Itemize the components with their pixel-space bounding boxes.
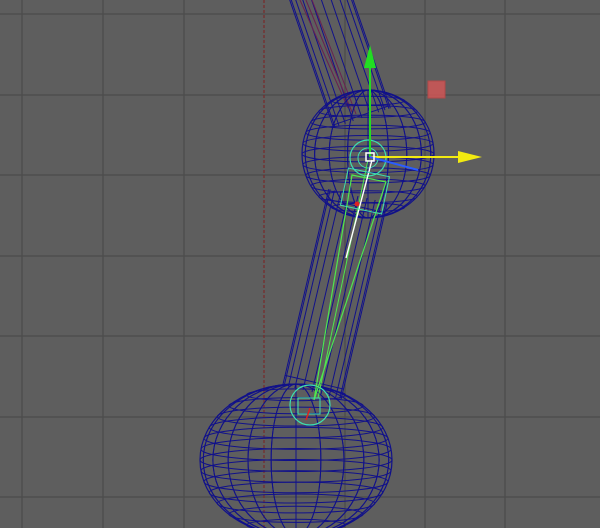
cylinder-edge bbox=[320, 198, 368, 395]
cylinder-edge bbox=[294, 191, 342, 389]
3d-viewport[interactable] bbox=[0, 0, 600, 528]
viewport-scene[interactable] bbox=[0, 0, 600, 528]
locator-square-icon[interactable] bbox=[427, 80, 446, 99]
manipulator-x-arrow-icon[interactable] bbox=[458, 151, 482, 163]
cylinder-edge bbox=[283, 189, 331, 386]
cylinder-edge bbox=[287, 190, 335, 387]
manipulator-y-arrow-icon[interactable] bbox=[364, 45, 376, 68]
wrist-sphere-wireframe[interactable] bbox=[199, 383, 393, 528]
upper-limb-cylinder-wireframe[interactable] bbox=[289, 0, 391, 128]
cylinder-edge bbox=[311, 195, 359, 393]
pivot-point bbox=[354, 201, 360, 207]
cylinder-edge bbox=[328, 199, 376, 397]
limb-inner-edge bbox=[299, 0, 349, 109]
forearm-cylinder-wireframe[interactable] bbox=[282, 189, 388, 399]
cylinder-edge bbox=[340, 202, 388, 399]
cylinder-edge bbox=[289, 0, 335, 128]
elbow-sphere-wireframe[interactable] bbox=[301, 89, 435, 219]
